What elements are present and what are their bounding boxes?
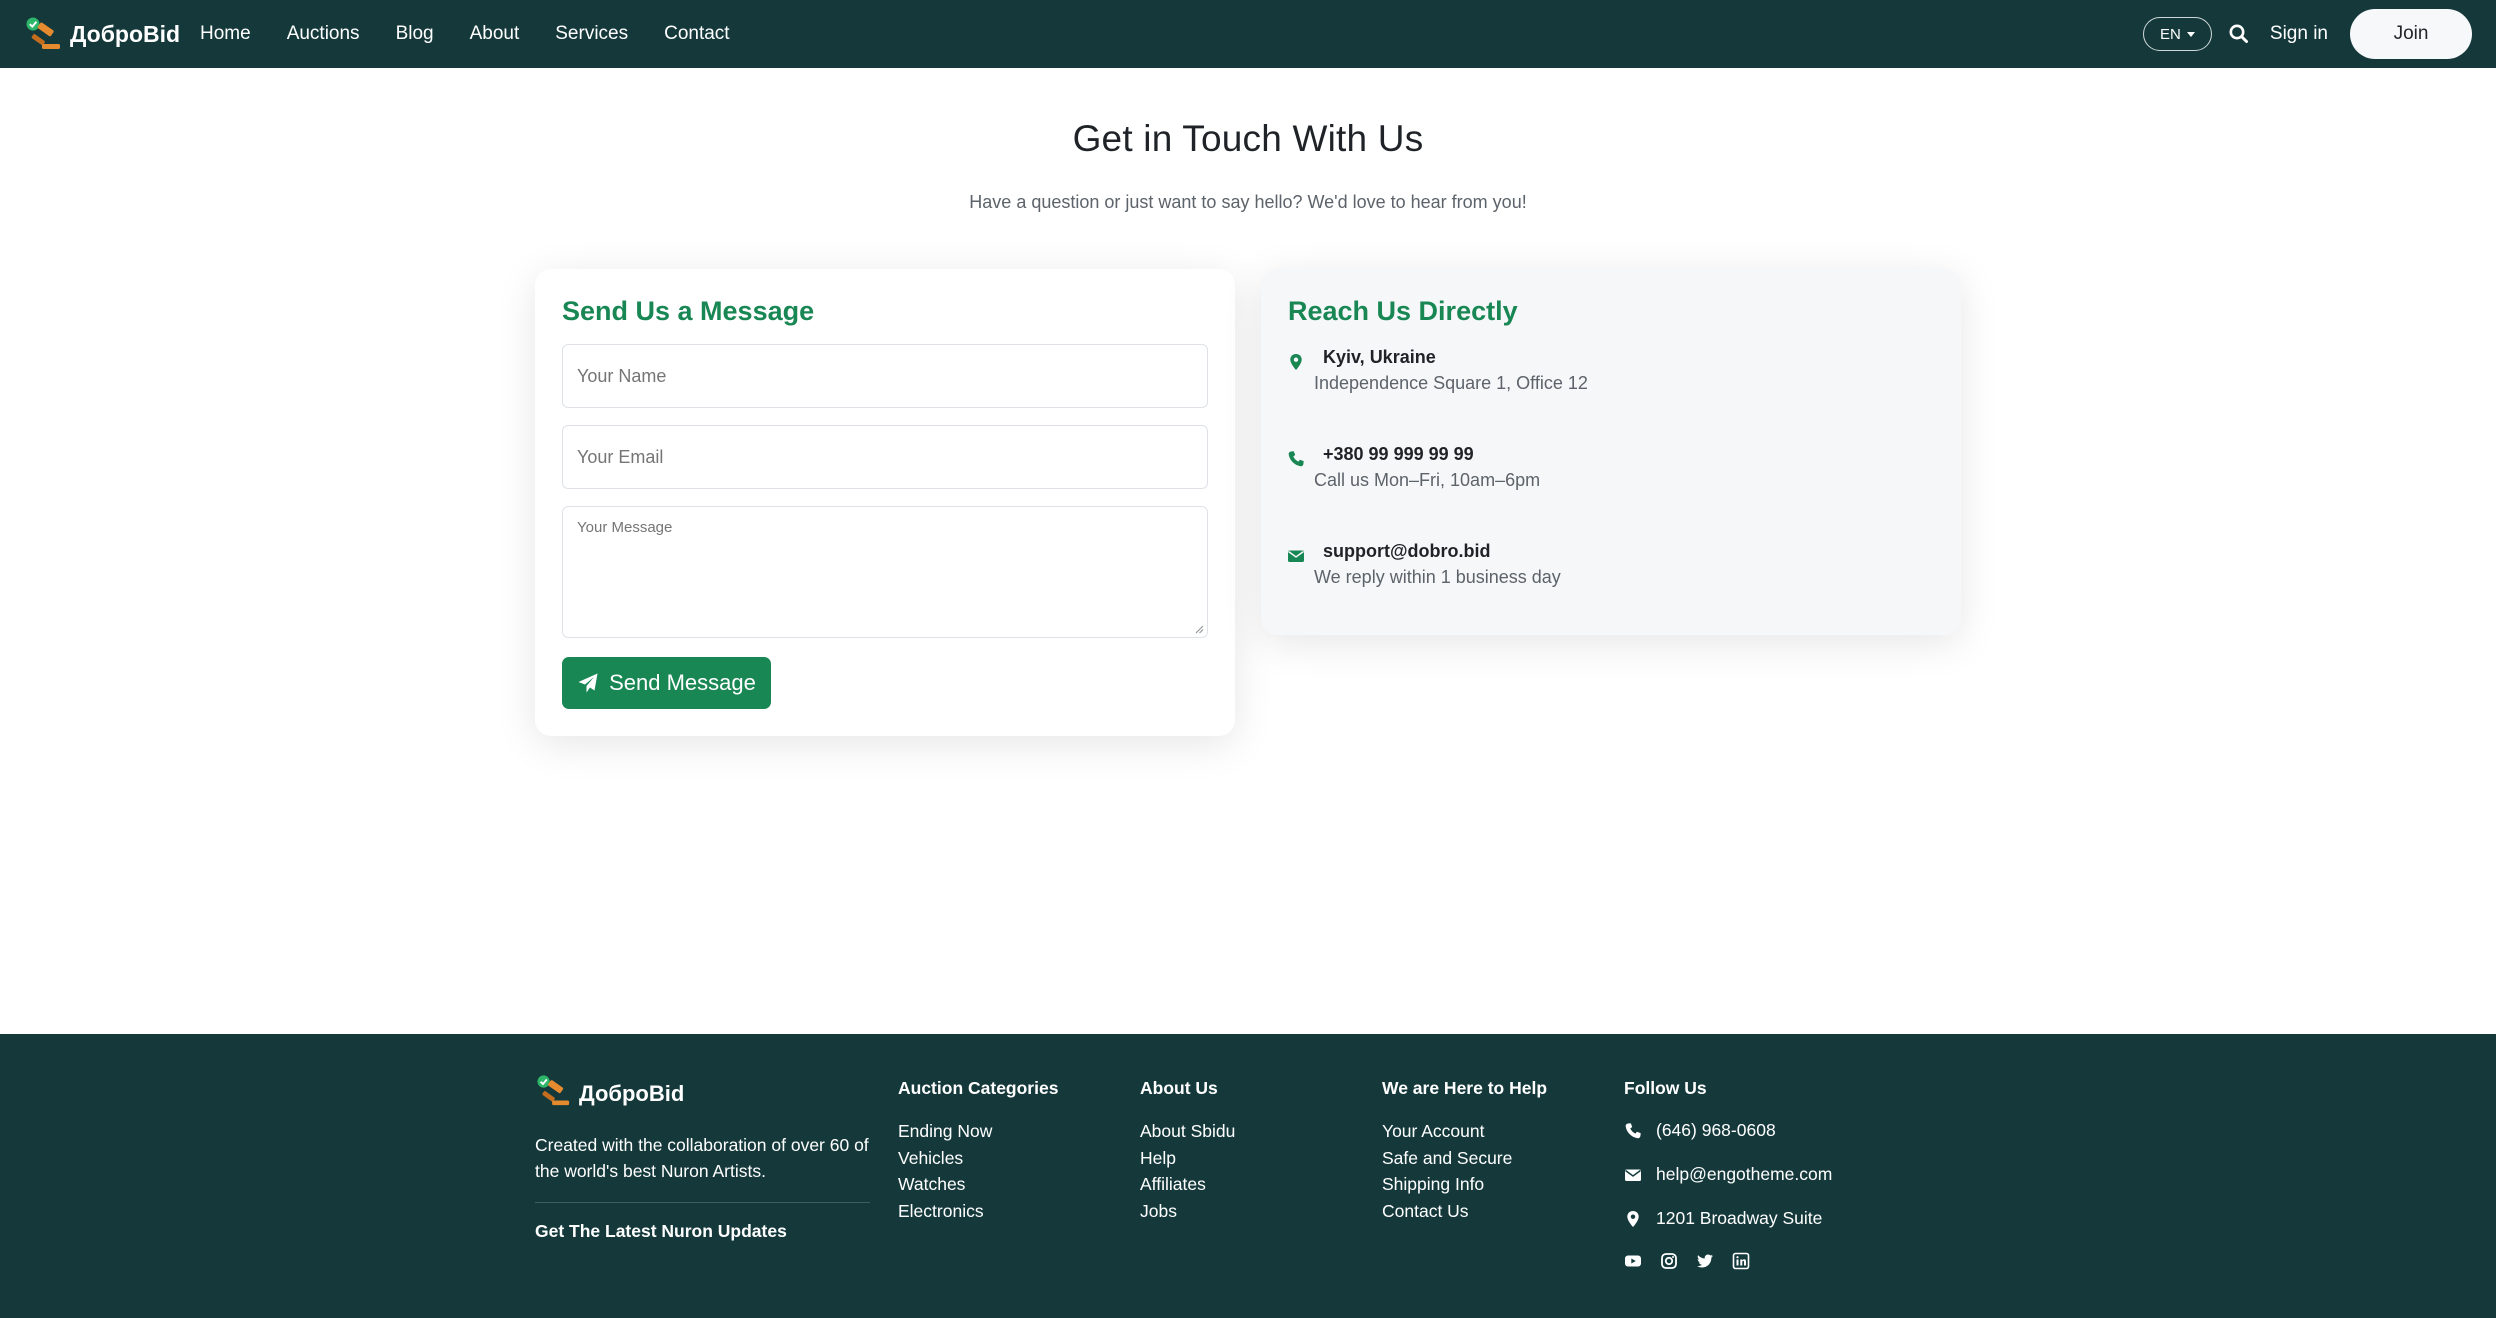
gavel-logo-icon [24,16,64,52]
name-input[interactable] [563,345,1207,407]
send-message-button[interactable]: Send Message [562,657,771,709]
paper-plane-icon [578,673,598,693]
footer-phone-text[interactable]: (646) 968-0608 [1656,1120,1776,1141]
nav-link-contact[interactable]: Contact [664,23,729,45]
footer-link-safe-secure[interactable]: Safe and Secure [1382,1145,1547,1172]
phone-secondary: Call us Mon–Fri, 10am–6pm [1314,470,1541,490]
nav-actions: EN Sign in Join [2143,0,2472,68]
footer-phone: (646) 968-0608 [1624,1120,1776,1141]
footer-col-title: We are Here to Help [1382,1078,1548,1098]
brand-logo-link[interactable]: ДоброBid [24,16,180,52]
email-primary[interactable]: support@dobro.bid [1323,541,1491,562]
instagram-icon[interactable] [1660,1252,1678,1270]
nav-link-services[interactable]: Services [555,23,628,45]
contact-info-card: Reach Us Directly Kyiv, Ukraine Independ… [1261,269,1961,635]
language-label: EN [2160,25,2181,43]
gavel-logo-icon [535,1074,573,1113]
footer-col-title: About Us [1140,1078,1218,1098]
envelope-icon [1625,1169,1641,1181]
footer-email: help@engotheme.com [1624,1164,1832,1185]
phone-icon [1287,450,1305,468]
footer-link-jobs[interactable]: Jobs [1140,1198,1235,1225]
phone-icon [1625,1122,1641,1138]
email-input[interactable] [563,426,1207,488]
main-nav: Home Auctions Blog About Services Contac… [200,0,766,68]
join-button[interactable]: Join [2350,9,2472,59]
footer-link-watches[interactable]: Watches [898,1171,1058,1198]
youtube-icon[interactable] [1624,1252,1642,1270]
footer-divider [535,1202,870,1203]
nav-link-auctions[interactable]: Auctions [287,23,360,45]
twitter-icon[interactable] [1696,1252,1714,1270]
footer-link-help[interactable]: Help [1140,1145,1235,1172]
phone-primary: +380 99 999 99 99 [1323,444,1474,464]
footer-link-ending-now[interactable]: Ending Now [898,1118,1058,1145]
email-secondary: We reply within 1 business day [1314,567,1561,587]
name-field[interactable] [562,344,1208,408]
address-primary: Kyiv, Ukraine [1323,347,1436,367]
message-field[interactable] [562,506,1208,638]
search-icon[interactable] [2226,21,2252,47]
page-title: Get in Touch With Us [1072,118,1424,159]
info-title: Reach Us Directly [1288,296,1518,326]
footer-email-text[interactable]: help@engotheme.com [1656,1164,1832,1185]
resize-handle-icon[interactable] [1195,625,1204,634]
envelope-icon [1287,547,1305,565]
footer-link-shipping-info[interactable]: Shipping Info [1382,1171,1547,1198]
map-marker-icon [1627,1210,1639,1227]
brand-name: ДоброBid [70,20,181,47]
footer-address: 1201 Broadway Suite [1624,1208,1822,1229]
caret-down-icon [2186,31,2195,37]
footer-brand[interactable]: ДоброBid [535,1074,684,1113]
footer-description: Created with the collaboration of over 6… [535,1135,869,1181]
message-textarea[interactable] [563,507,1207,637]
footer-link-affiliates[interactable]: Affiliates [1140,1171,1235,1198]
social-links [1624,1252,1768,1270]
footer-col-title: Follow Us [1624,1078,1707,1098]
footer-address-text: 1201 Broadway Suite [1656,1208,1823,1228]
footer-link-your-account[interactable]: Your Account [1382,1118,1547,1145]
language-dropdown[interactable]: EN [2143,17,2212,51]
footer-col-about: About Us About Sbidu Help Affiliates Job… [1140,1078,1235,1224]
footer-link-vehicles[interactable]: Vehicles [898,1145,1058,1172]
send-message-label: Send Message [609,670,756,695]
footer-updates-heading: Get The Latest Nuron Updates [535,1221,787,1241]
footer-link-contact-us[interactable]: Contact Us [1382,1198,1547,1225]
footer-brand-name: ДоброBid [579,1080,685,1106]
site-footer: ДоброBid Created with the collaboration … [0,1034,2496,1318]
sign-in-link[interactable]: Sign in [2270,23,2328,45]
nav-link-about[interactable]: About [470,23,520,45]
email-field[interactable] [562,425,1208,489]
nav-link-blog[interactable]: Blog [396,23,434,45]
top-navbar: ДоброBid Home Auctions Blog About Servic… [0,0,2496,68]
address-secondary: Independence Square 1, Office 12 [1314,373,1588,393]
footer-link-electronics[interactable]: Electronics [898,1198,1058,1225]
contact-form-card: Send Us a Message Send Message [535,269,1235,736]
footer-col-categories: Auction Categories Ending Now Vehicles W… [898,1078,1058,1224]
nav-link-home[interactable]: Home [200,23,251,45]
footer-col-title: Auction Categories [898,1078,1059,1098]
footer-col-follow: Follow Us [1624,1078,1707,1118]
form-title: Send Us a Message [562,296,815,326]
footer-col-help: We are Here to Help Your Account Safe an… [1382,1078,1547,1224]
footer-link-about-sbidu[interactable]: About Sbidu [1140,1118,1235,1145]
map-marker-icon [1287,353,1305,371]
page-subtitle: Have a question or just want to say hell… [969,192,1527,212]
linkedin-icon[interactable] [1732,1252,1750,1270]
